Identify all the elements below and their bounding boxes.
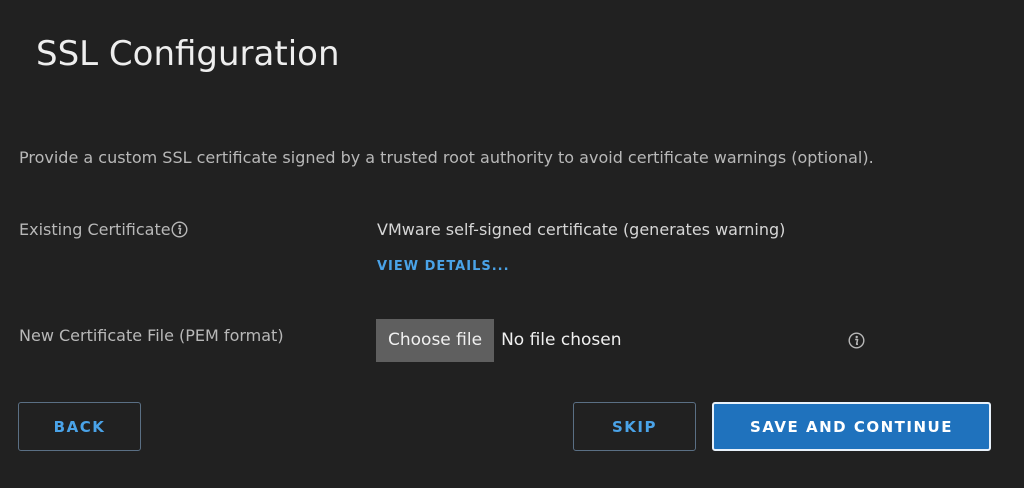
file-status: No file chosen bbox=[501, 330, 622, 350]
existing-certificate-value: VMware self-signed certificate (generate… bbox=[377, 220, 786, 239]
view-details-link[interactable]: VIEW DETAILS... bbox=[377, 259, 510, 274]
page-description: Provide a custom SSL certificate signed … bbox=[19, 148, 874, 167]
page-title: SSL Configuration bbox=[36, 34, 340, 74]
file-input[interactable]: Choose file No file chosen bbox=[376, 318, 622, 362]
info-icon[interactable] bbox=[171, 221, 188, 238]
skip-button[interactable]: SKIP bbox=[573, 402, 696, 451]
new-certificate-label: New Certificate File (PEM format) bbox=[19, 326, 284, 345]
info-icon[interactable] bbox=[848, 332, 865, 349]
choose-file-button[interactable]: Choose file bbox=[376, 318, 495, 362]
existing-certificate-label: Existing Certificate bbox=[19, 220, 171, 239]
existing-certificate-label-row: Existing Certificate bbox=[19, 220, 188, 239]
save-and-continue-button[interactable]: SAVE AND CONTINUE bbox=[712, 402, 991, 451]
back-button[interactable]: BACK bbox=[18, 402, 141, 451]
